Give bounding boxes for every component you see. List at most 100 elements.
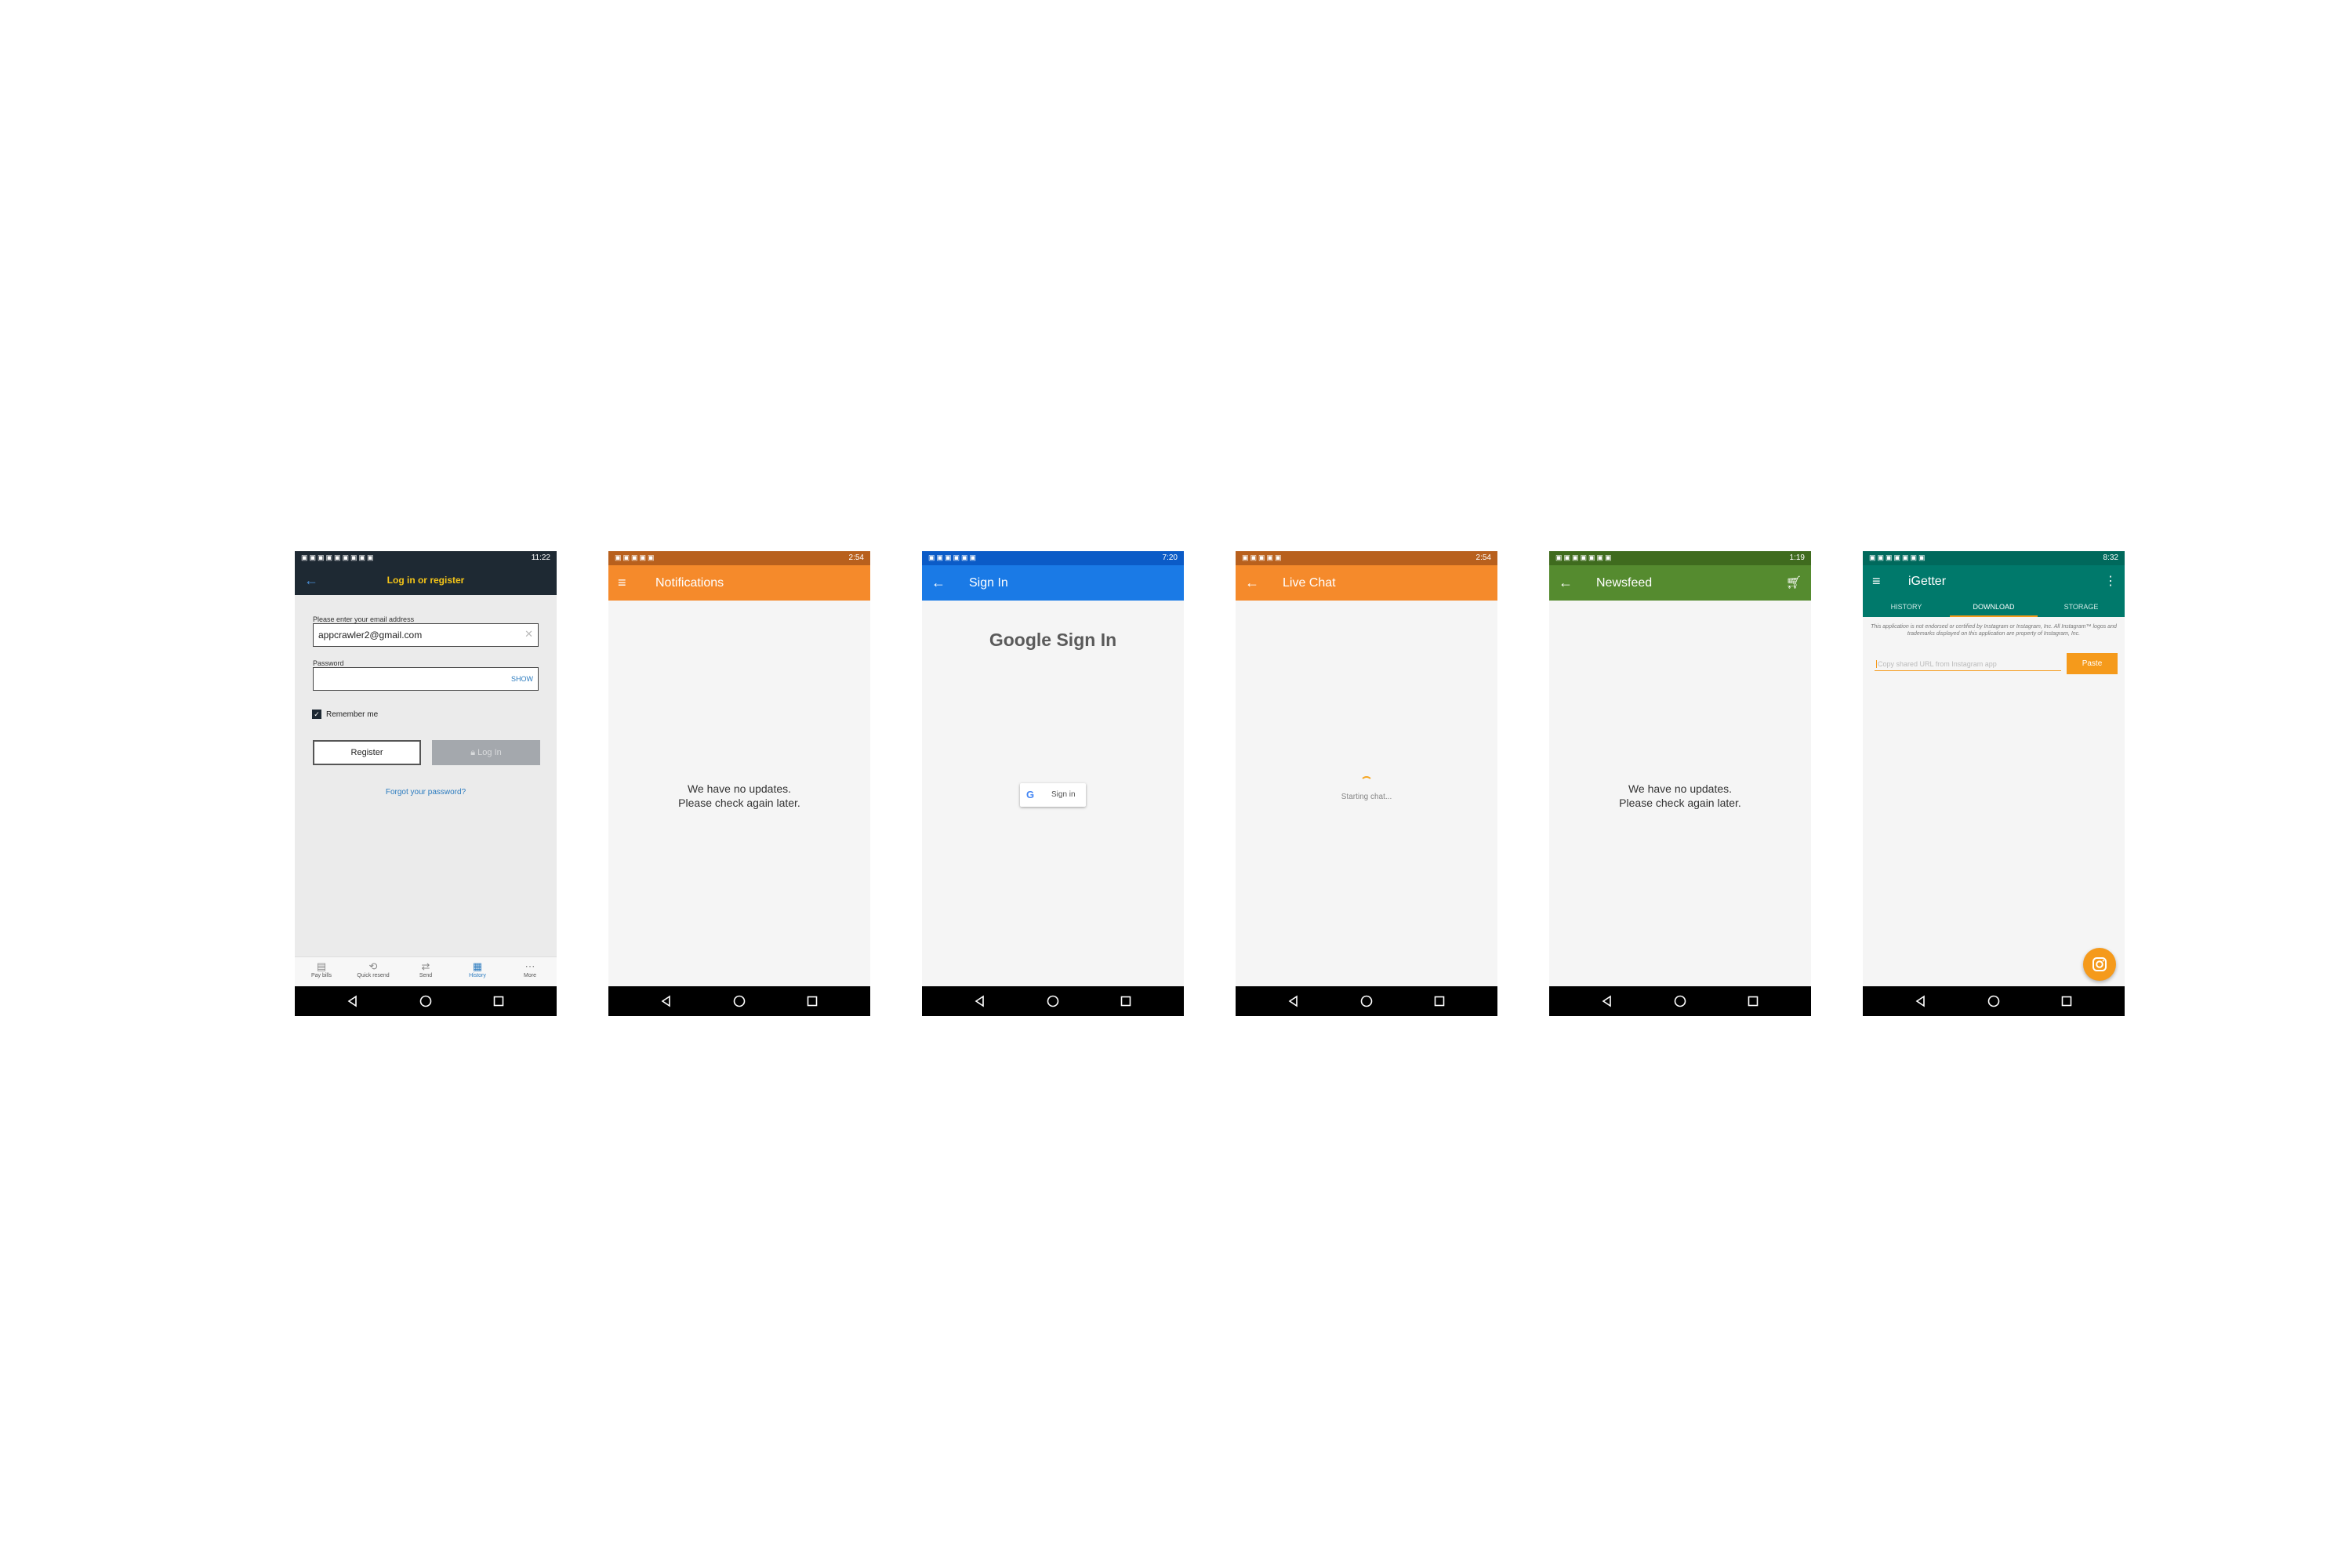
url-input[interactable]: Copy shared URL from Instagram app xyxy=(1875,656,2061,671)
menu-icon[interactable]: ≡ xyxy=(618,575,626,590)
back-arrow-icon[interactable]: ← xyxy=(1245,575,1259,590)
back-arrow-icon[interactable]: ← xyxy=(1559,575,1573,590)
back-triangle-icon[interactable] xyxy=(1286,993,1301,1009)
tab-download[interactable]: DOWNLOAD xyxy=(1950,603,2038,611)
back-triangle-icon[interactable] xyxy=(972,993,988,1009)
notification-icons: ▣▣▣▣▣▣▣▣▣ xyxy=(301,554,376,561)
tab-label: More xyxy=(524,973,536,978)
tab-storage[interactable]: STORAGE xyxy=(2038,603,2125,611)
tab-history[interactable]: ▦ History xyxy=(456,960,499,978)
google-logo-icon: G xyxy=(1026,789,1035,800)
notification-icons: ▣▣▣▣▣▣ xyxy=(928,554,978,561)
email-label: Please enter your email address xyxy=(313,615,415,623)
status-bar: ▣▣▣▣▣▣▣ 1:19 xyxy=(1549,551,1811,565)
loading-text: Starting chat... xyxy=(1341,793,1392,801)
tab-label: Send xyxy=(419,973,433,978)
tab-label: Pay bills xyxy=(310,973,332,978)
app-bar: ≡ Notifications xyxy=(608,565,870,601)
cart-icon[interactable]: 🛒︎ xyxy=(1786,575,1802,590)
status-time: 2:54 xyxy=(848,554,864,562)
content-area: We have no updates. Please check again l… xyxy=(608,601,870,988)
recents-square-icon[interactable] xyxy=(1432,993,1447,1009)
status-time: 7:20 xyxy=(1162,554,1178,562)
paste-button[interactable]: Paste xyxy=(2067,653,2118,674)
tab-more[interactable]: ⋯ More xyxy=(508,960,552,978)
back-triangle-icon[interactable] xyxy=(345,993,361,1009)
status-time: 1:19 xyxy=(1789,554,1805,562)
back-triangle-icon[interactable] xyxy=(659,993,674,1009)
remember-me-checkbox[interactable]: ✓ xyxy=(312,710,321,719)
status-bar: ▣▣▣▣▣ 2:54 xyxy=(1236,551,1497,565)
status-bar: ▣▣▣▣▣▣▣ 8:32 xyxy=(1863,551,2125,565)
bills-icon: ▤ xyxy=(316,960,327,972)
recents-square-icon[interactable] xyxy=(804,993,820,1009)
show-password-button[interactable]: SHOW xyxy=(511,675,533,683)
status-bar: ▣▣▣▣▣▣▣▣▣ 11:22 xyxy=(295,551,557,565)
page-title: Newsfeed xyxy=(1596,576,1653,590)
back-triangle-icon[interactable] xyxy=(1599,993,1615,1009)
email-field[interactable]: appcrawler2@gmail.com ✕ xyxy=(313,623,539,647)
password-field[interactable]: SHOW xyxy=(313,667,539,691)
home-circle-icon[interactable] xyxy=(1045,993,1061,1009)
page-title: Live Chat xyxy=(1283,576,1336,590)
forgot-password-link[interactable]: Forgot your password? xyxy=(295,788,557,797)
tab-send[interactable]: ⇄ Send xyxy=(404,960,448,978)
app-bar: ← Live Chat xyxy=(1236,565,1497,601)
tab-quick-resend[interactable]: ⟲ Quick resend xyxy=(351,960,395,978)
login-button[interactable]: 🔒︎ Log In xyxy=(432,740,540,765)
empty-message: We have no updates. Please check again l… xyxy=(608,782,870,810)
notification-icons: ▣▣▣▣▣▣▣ xyxy=(1555,554,1613,561)
phone-screen-login: ▣▣▣▣▣▣▣▣▣ 11:22 ← Log in or register Ple… xyxy=(295,551,557,1016)
home-circle-icon[interactable] xyxy=(418,993,434,1009)
content-area: We have no updates. Please check again l… xyxy=(1549,601,1811,988)
recents-square-icon[interactable] xyxy=(491,993,506,1009)
status-time: 11:22 xyxy=(531,554,550,562)
status-bar: ▣▣▣▣▣ 2:54 xyxy=(608,551,870,565)
back-triangle-icon[interactable] xyxy=(1913,993,1929,1009)
recents-square-icon[interactable] xyxy=(1118,993,1134,1009)
send-icon: ⇄ xyxy=(421,960,430,972)
resend-icon: ⟲ xyxy=(368,960,378,972)
message-line-2: Please check again later. xyxy=(1619,797,1741,809)
status-time: 8:32 xyxy=(2103,554,2118,562)
email-value: appcrawler2@gmail.com xyxy=(318,630,423,641)
system-nav-bar xyxy=(1236,986,1497,1016)
recents-square-icon[interactable] xyxy=(2059,993,2074,1009)
page-title: Log in or register xyxy=(387,575,465,586)
content-area: This application is not endorsed or cert… xyxy=(1863,617,2125,988)
register-button[interactable]: Register xyxy=(313,740,421,765)
message-line-1: We have no updates. xyxy=(687,782,792,795)
phone-screen-newsfeed: ▣▣▣▣▣▣▣ 1:19 ← Newsfeed 🛒︎ We have no up… xyxy=(1549,551,1811,1016)
home-circle-icon[interactable] xyxy=(731,993,747,1009)
home-circle-icon[interactable] xyxy=(1359,993,1374,1009)
history-icon: ▦ xyxy=(472,960,483,972)
menu-icon[interactable]: ≡ xyxy=(1872,573,1881,589)
message-line-2: Please check again later. xyxy=(678,797,800,809)
notification-icons: ▣▣▣▣▣ xyxy=(1242,554,1283,561)
app-bar: ← Log in or register xyxy=(295,565,557,595)
recents-square-icon[interactable] xyxy=(1745,993,1761,1009)
tab-label: History xyxy=(469,973,486,978)
tab-bar: HISTORY DOWNLOAD STORAGE xyxy=(1863,598,2125,617)
system-nav-bar xyxy=(1863,986,2125,1016)
overflow-menu-icon[interactable]: ⋮ xyxy=(2104,573,2117,589)
lock-icon: 🔒︎ xyxy=(470,748,478,757)
page-title: iGetter xyxy=(1908,575,1947,588)
bottom-tab-bar: ▤ Pay bills ⟲ Quick resend ⇄ Send ▦ Hist… xyxy=(295,956,557,987)
instagram-fab[interactable] xyxy=(2083,948,2116,981)
instagram-icon xyxy=(2092,957,2107,971)
home-circle-icon[interactable] xyxy=(1986,993,2002,1009)
phone-screen-signin: ▣▣▣▣▣▣ 7:20 ← Sign In Google Sign In G S… xyxy=(922,551,1184,1016)
signin-heading: Google Sign In xyxy=(989,630,1117,650)
google-signin-button[interactable]: G Sign in xyxy=(1020,783,1086,807)
page-title: Sign In xyxy=(969,576,1008,590)
tab-label: Quick resend xyxy=(357,973,390,978)
tab-history[interactable]: HISTORY xyxy=(1863,603,1950,611)
home-circle-icon[interactable] xyxy=(1672,993,1688,1009)
empty-message: We have no updates. Please check again l… xyxy=(1549,782,1811,810)
clear-icon[interactable]: ✕ xyxy=(524,628,533,641)
back-arrow-icon[interactable]: ← xyxy=(931,575,946,590)
tab-pay-bills[interactable]: ▤ Pay bills xyxy=(299,960,343,978)
status-bar: ▣▣▣▣▣▣ 7:20 xyxy=(922,551,1184,565)
message-line-1: We have no updates. xyxy=(1628,782,1733,795)
